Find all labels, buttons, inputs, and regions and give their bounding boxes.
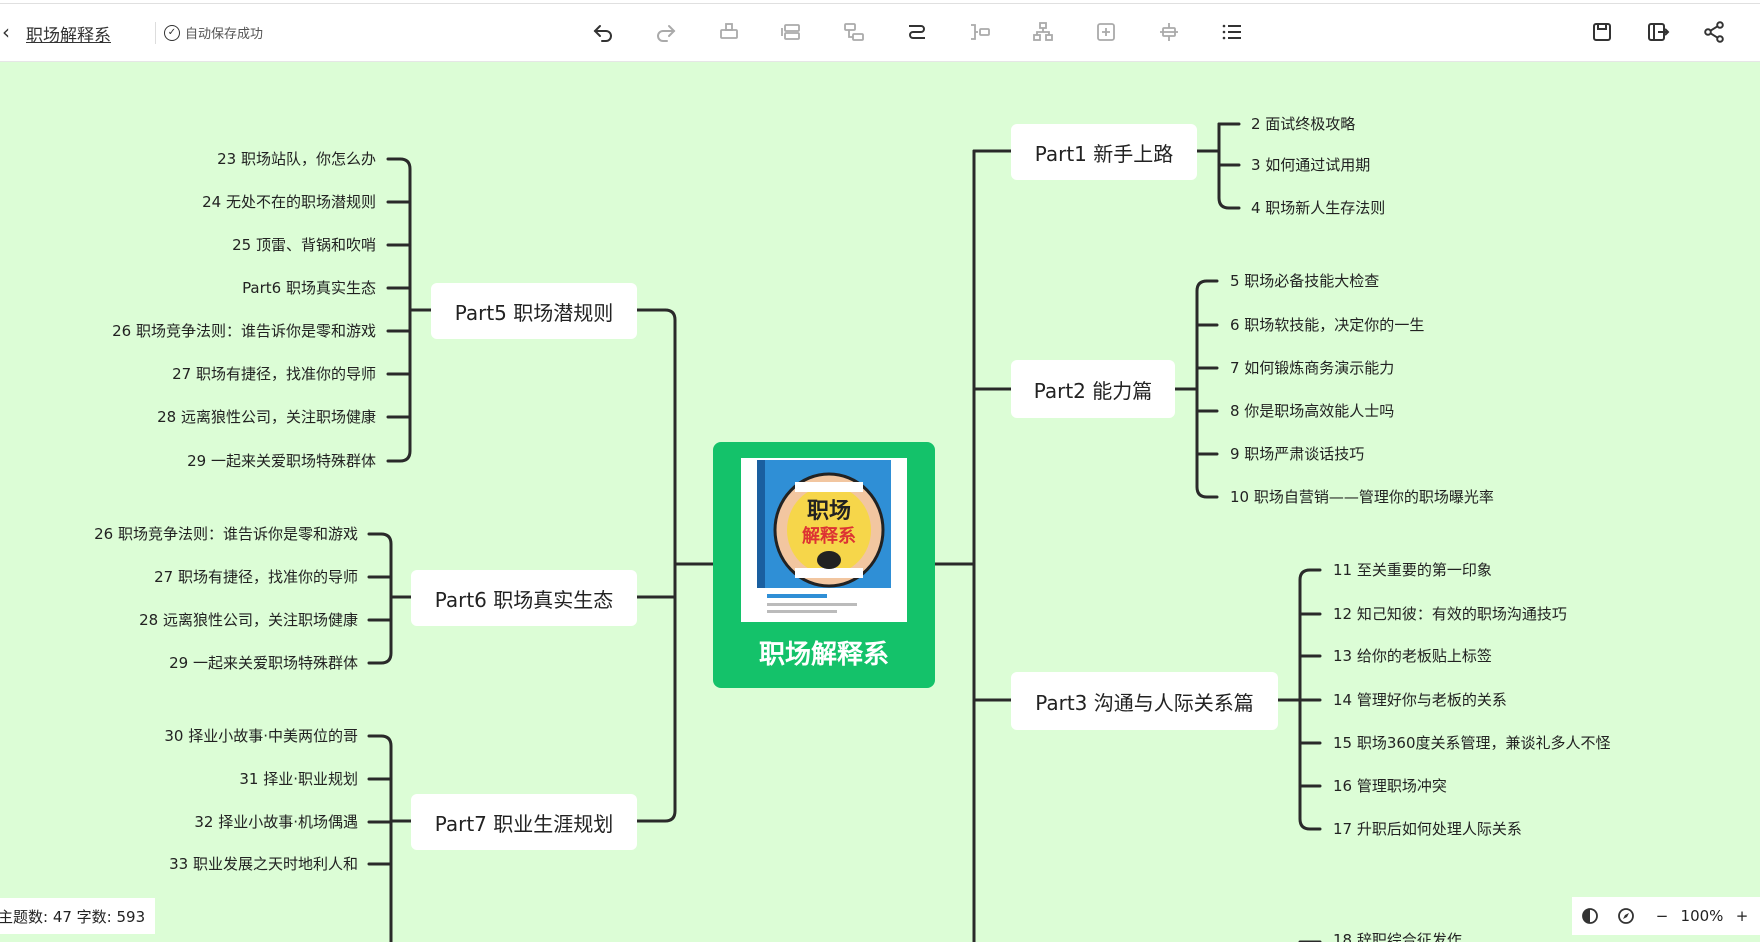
subtopic[interactable]: 7 如何锻炼商务演示能力 (1230, 358, 1394, 378)
topic-part2[interactable]: Part2 能力篇 (1011, 360, 1175, 418)
save-status: ✓ 自动保存成功 (164, 23, 263, 42)
share-button[interactable] (1699, 17, 1729, 47)
subtopic[interactable]: 24 无处不在的职场潜规则 (202, 192, 376, 212)
zoom-out-button[interactable]: − (1644, 898, 1680, 934)
subtopic[interactable]: 5 职场必备技能大检查 (1230, 271, 1379, 291)
compass-icon (1618, 908, 1634, 924)
boundary-button[interactable] (1154, 17, 1184, 47)
subtopic[interactable]: 29 一起来关爱职场特殊群体 (187, 451, 376, 471)
divider (0, 3, 1760, 4)
zoom-controls: − 100% + (1572, 897, 1760, 935)
svg-text:解释系: 解释系 (802, 525, 856, 547)
subtopic[interactable]: 6 职场软技能，决定你的一生 (1230, 315, 1424, 335)
save-icon (1593, 23, 1611, 41)
insert-child-topic-button[interactable] (714, 17, 744, 47)
zoom-in-button[interactable]: + (1724, 898, 1760, 934)
subtopic[interactable]: 30 择业小故事·中美两位的哥 (164, 726, 358, 746)
subtopic[interactable]: 8 你是职场高效能人士吗 (1230, 401, 1394, 421)
half-circle-icon (1582, 908, 1598, 924)
mindmap-canvas[interactable]: 职场 解释系 职场解释系 Part1 新手上路 2 面试终极攻略 3 如何通过试… (0, 62, 1760, 942)
subtopic[interactable]: 28 远离狼性公司，关注职场健康 (157, 407, 376, 427)
undo-icon (593, 25, 612, 42)
theme-toggle-button[interactable] (1572, 898, 1608, 934)
subtopic[interactable]: 23 职场站队，你怎么办 (217, 149, 376, 169)
subtopic[interactable]: 25 顶雷、背锅和吹哨 (232, 235, 376, 255)
topic-part7[interactable]: Part7 职业生涯规划 (411, 794, 637, 850)
subtopic[interactable]: 29 一起来关爱职场特殊群体 (169, 653, 358, 673)
subtopic[interactable]: 26 职场竞争法则：谁告诉你是零和游戏 (112, 321, 376, 341)
divider (155, 22, 156, 44)
subtopic[interactable]: Part6 职场真实生态 (242, 278, 376, 298)
subtopic[interactable]: 15 职场360度关系管理，兼谈礼多人不怪 (1333, 733, 1611, 753)
relationship-line-icon (909, 25, 925, 39)
share-icon (1704, 21, 1724, 43)
topic-part3[interactable]: Part3 沟通与人际关系篇 (1011, 672, 1278, 730)
relationship-button[interactable] (902, 17, 932, 47)
topic-part6[interactable]: Part6 职场真实生态 (411, 570, 637, 626)
save-button[interactable] (1587, 17, 1617, 47)
summary-icon (971, 24, 990, 40)
insert-parent-topic-button[interactable] (839, 17, 869, 47)
list-icon (1222, 24, 1241, 40)
topic-part5[interactable]: Part5 职场潜规则 (431, 283, 637, 339)
book-cover-image: 职场 解释系 (741, 458, 907, 622)
undo-button[interactable] (588, 17, 618, 47)
subtopic[interactable]: 2 面试终极攻略 (1251, 114, 1355, 134)
topic-word-count: 主题数: 47 字数: 593 (0, 907, 146, 926)
subtopic[interactable]: 13 给你的老板贴上标签 (1333, 646, 1492, 666)
insert-sibling-topic-icon (781, 24, 800, 40)
subtopic[interactable]: 27 职场有捷径，找准你的导师 (172, 364, 376, 384)
list-button[interactable] (1217, 17, 1247, 47)
insert-sibling-topic-button[interactable] (776, 17, 806, 47)
status-bar: 主题数: 47 字数: 593 (0, 898, 156, 934)
save-status-text: 自动保存成功 (185, 27, 264, 42)
zoom-level: 100% (1680, 907, 1724, 925)
subtopic[interactable]: 18 辞职综合征发作 (1333, 930, 1462, 942)
locate-button[interactable] (1608, 898, 1644, 934)
subtopic[interactable]: 12 知己知彼：有效的职场沟通技巧 (1333, 604, 1567, 624)
subtopic[interactable]: 10 职场自营销——管理你的职场曝光率 (1230, 487, 1494, 507)
subtopic[interactable]: 28 远离狼性公司，关注职场健康 (139, 610, 358, 630)
subtopic[interactable]: 31 择业·职业规划 (239, 769, 358, 789)
subtopic[interactable]: 3 如何通过试用期 (1251, 155, 1370, 175)
export-icon (1648, 23, 1670, 41)
outline-box-button[interactable] (1091, 17, 1121, 47)
subtopic[interactable]: 4 职场新人生存法则 (1251, 198, 1385, 218)
subtopic[interactable]: 26 职场竞争法则：谁告诉你是零和游戏 (94, 524, 358, 544)
boundary-icon (1160, 23, 1178, 41)
export-button[interactable] (1643, 17, 1673, 47)
chevron-left-icon[interactable]: ‹ (2, 20, 10, 44)
document-title[interactable]: 职场解释系 (26, 21, 111, 46)
subtopic[interactable]: 11 至关重要的第一印象 (1333, 560, 1492, 580)
summary-button[interactable] (965, 17, 995, 47)
subtopic[interactable]: 27 职场有捷径，找准你的导师 (154, 567, 358, 587)
check-circle-icon: ✓ (164, 24, 180, 41)
subtopic[interactable]: 16 管理职场冲突 (1333, 776, 1447, 796)
structure-icon (1033, 22, 1053, 41)
subtopic[interactable]: 14 管理好你与老板的关系 (1333, 690, 1507, 710)
subtopic[interactable]: 32 择业小故事·机场偶遇 (194, 812, 358, 832)
root-topic-label: 职场解释系 (758, 640, 889, 670)
structure-button[interactable] (1028, 17, 1058, 47)
topic-part1[interactable]: Part1 新手上路 (1011, 124, 1197, 180)
subtopic[interactable]: 9 职场严肃谈话技巧 (1230, 444, 1364, 464)
insert-child-topic-icon (720, 23, 738, 39)
outline-box-icon (1097, 23, 1115, 41)
svg-text:职场: 职场 (807, 499, 851, 524)
top-toolbar: ‹ 职场解释系 ✓ 自动保存成功 (0, 0, 1760, 62)
redo-button[interactable] (651, 17, 681, 47)
subtopic[interactable]: 33 职业发展之天时地利人和 (169, 854, 358, 874)
root-topic[interactable]: 职场 解释系 职场解释系 (713, 442, 935, 688)
insert-parent-topic-icon (844, 23, 864, 41)
subtopic[interactable]: 17 升职后如何处理人际关系 (1333, 819, 1522, 839)
redo-icon (657, 25, 676, 42)
